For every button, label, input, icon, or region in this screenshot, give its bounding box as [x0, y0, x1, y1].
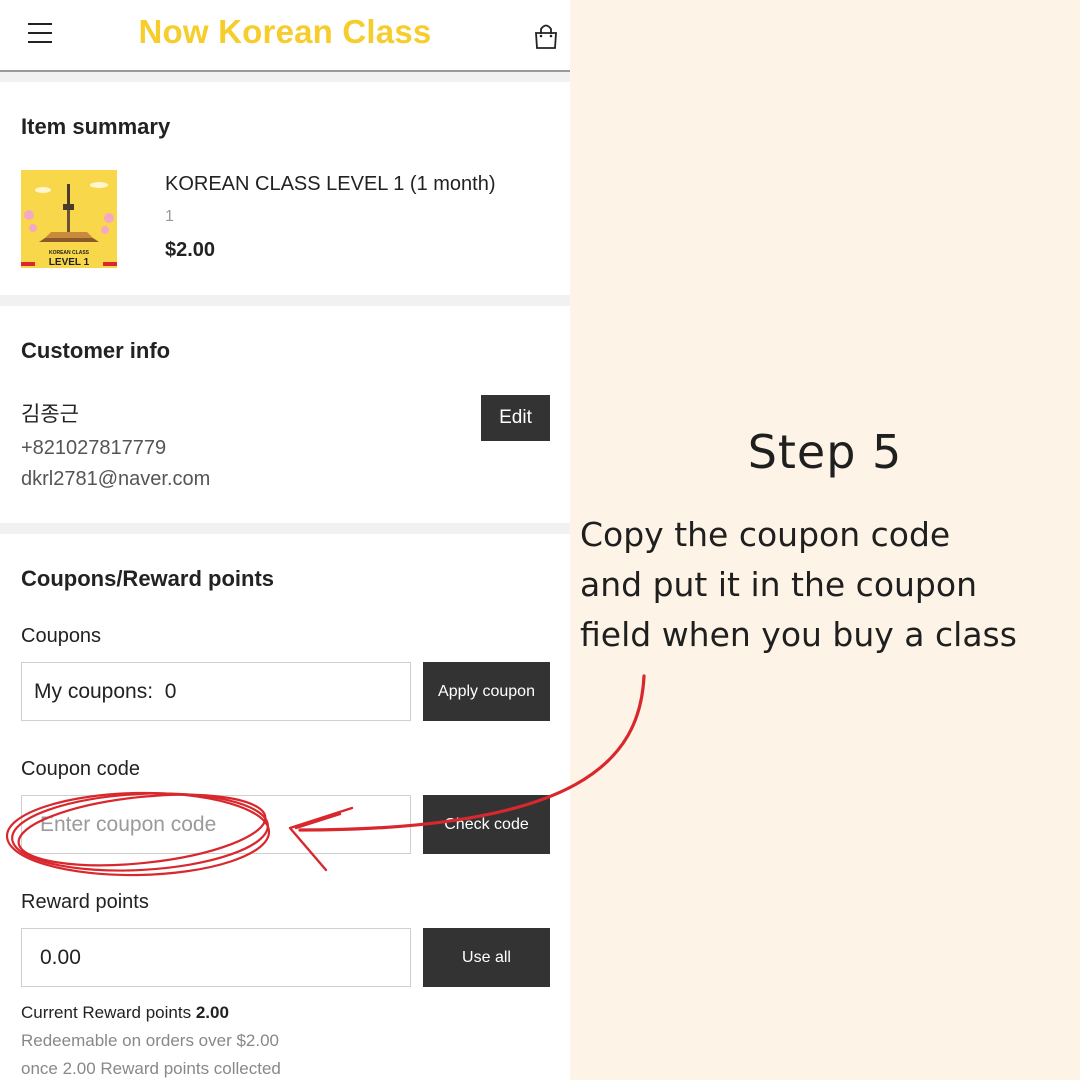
- item-quantity: 1: [165, 208, 174, 225]
- step-line: Copy the coupon code: [580, 515, 951, 554]
- step-title: Step 5: [747, 425, 903, 479]
- apply-coupon-button[interactable]: Apply coupon: [423, 662, 550, 721]
- reward-points-input[interactable]: [21, 928, 411, 987]
- brand-title: Now Korean Class: [138, 13, 432, 50]
- customer-name: 김종근: [21, 403, 79, 426]
- redeem-note: once 2.00 Reward points collected: [21, 1059, 281, 1078]
- step-line: and put it in the coupon: [580, 565, 977, 604]
- redeem-note: Redeemable on orders over $2.00: [21, 1031, 279, 1050]
- use-all-button[interactable]: Use all: [423, 928, 550, 987]
- coupons-label: Coupons: [21, 625, 102, 647]
- coupon-code-input[interactable]: [21, 795, 411, 854]
- item-price: $2.00: [165, 239, 216, 261]
- my-coupons-field[interactable]: [21, 662, 411, 721]
- shopping-bag-icon[interactable]: [533, 22, 559, 50]
- thumbnail-caption-small: KOREAN CLASS: [49, 250, 90, 256]
- reward-points-label: Reward points: [21, 891, 149, 913]
- item-name: KOREAN CLASS LEVEL 1 (1 month): [165, 173, 496, 195]
- customer-phone: +821027817779: [21, 437, 167, 459]
- item-summary-title: Item summary: [21, 114, 171, 139]
- check-code-button[interactable]: Check code: [423, 795, 550, 854]
- top-bar: Now Korean Class: [0, 0, 570, 72]
- customer-info-title: Customer info: [21, 338, 171, 363]
- step-line: field when you buy a class: [580, 615, 1017, 654]
- section-divider: [0, 72, 570, 82]
- coupons-rewards-title: Coupons/Reward points: [21, 566, 274, 591]
- thumbnail-caption-big: LEVEL 1: [49, 257, 90, 268]
- customer-email: dkrl2781@naver.com: [21, 468, 211, 490]
- current-points-label: Current Reward points: [21, 1003, 192, 1022]
- product-thumbnail: KOREAN CLASS LEVEL 1: [21, 170, 117, 268]
- step-description: Copy the coupon code and put it in the c…: [580, 510, 1080, 660]
- current-points-value: 2.00: [195, 1003, 229, 1022]
- section-divider: [0, 523, 570, 534]
- section-divider: [0, 295, 570, 306]
- checkout-screen: Now Korean Class Item summary KOREAN CLA…: [0, 0, 570, 1080]
- current-reward-points: Current Reward points 2.00: [21, 1003, 229, 1023]
- coupon-code-label: Coupon code: [21, 758, 140, 780]
- edit-customer-button[interactable]: Edit: [481, 395, 550, 441]
